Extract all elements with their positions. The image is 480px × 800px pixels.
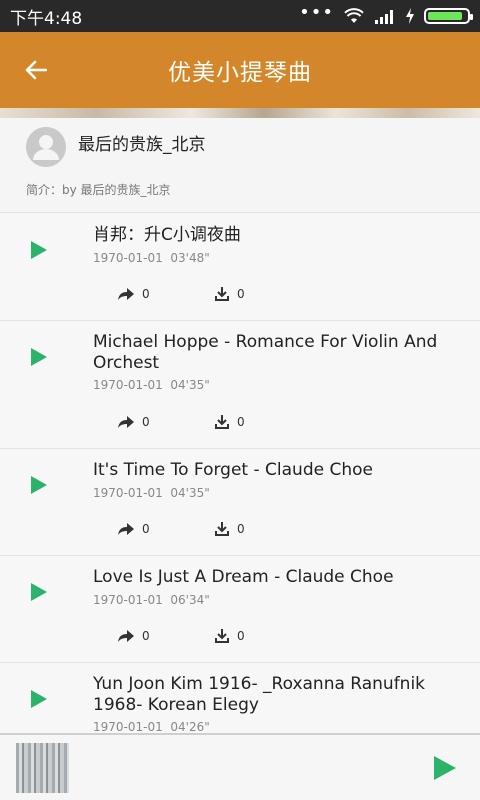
player-bar	[0, 733, 480, 800]
download-count: 0	[237, 522, 245, 536]
download-button[interactable]: 0	[215, 629, 245, 643]
track-item[interactable]: Yun Joon Kim 1916- _Roxanna Ranufnik 196…	[0, 663, 480, 733]
charging-icon	[406, 8, 414, 24]
play-icon	[31, 241, 47, 259]
status-bar: 下午4:48 •••	[0, 0, 480, 32]
share-count: 0	[142, 629, 150, 643]
track-meta: 1970-01-01 03'48"	[93, 251, 210, 265]
track-duration: 03'48"	[170, 251, 210, 265]
track-meta: 1970-01-01 04'35"	[93, 378, 210, 392]
track-date: 1970-01-01	[93, 378, 163, 392]
track-list: 肖邦：升C小调夜曲 1970-01-01 03'48" 0 0 Michael …	[0, 213, 480, 733]
play-button[interactable]	[28, 346, 50, 368]
share-icon	[118, 416, 134, 428]
track-meta: 1970-01-01 04'26"	[93, 720, 210, 733]
track-title: 肖邦：升C小调夜曲	[93, 225, 241, 245]
play-button[interactable]	[28, 688, 50, 710]
share-count: 0	[142, 522, 150, 536]
banner-image	[0, 108, 480, 118]
avatar[interactable]	[26, 127, 66, 167]
track-meta: 1970-01-01 06'34"	[93, 593, 210, 607]
download-count: 0	[237, 287, 245, 301]
status-time: 下午4:48	[10, 8, 83, 29]
track-date: 1970-01-01	[93, 251, 163, 265]
share-button[interactable]: 0	[118, 415, 150, 429]
player-play-button[interactable]	[432, 755, 458, 781]
share-count: 0	[142, 415, 150, 429]
signal-icon	[375, 10, 393, 24]
play-button[interactable]	[28, 474, 50, 496]
download-icon	[215, 522, 229, 536]
arrow-left-icon	[25, 60, 47, 80]
track-duration: 04'35"	[170, 486, 210, 500]
track-title: It's Time To Forget - Claude Choe	[93, 460, 373, 480]
track-title: Michael Hoppe - Romance For Violin And O…	[93, 332, 438, 373]
status-icons: •••	[299, 4, 473, 24]
track-item[interactable]: It's Time To Forget - Claude Choe 1970-0…	[0, 449, 480, 556]
track-date: 1970-01-01	[93, 720, 163, 733]
app-bar: 优美小提琴曲	[0, 32, 480, 108]
share-button[interactable]: 0	[118, 629, 150, 643]
user-icon	[26, 127, 66, 167]
track-title: Love Is Just A Dream - Claude Choe	[93, 567, 394, 587]
play-icon	[31, 476, 47, 494]
track-duration: 04'35"	[170, 378, 210, 392]
download-icon	[215, 287, 229, 301]
album-header: 最后的贵族_北京 简介：by 最后的贵族_北京	[0, 118, 480, 213]
album-intro: 简介：by 最后的贵族_北京	[26, 183, 171, 197]
play-icon	[31, 583, 47, 601]
share-button[interactable]: 0	[118, 287, 150, 301]
track-item[interactable]: Michael Hoppe - Romance For Violin And O…	[0, 321, 480, 449]
share-icon	[118, 523, 134, 535]
download-button[interactable]: 0	[215, 415, 245, 429]
album-name[interactable]: 最后的贵族_北京	[78, 130, 206, 155]
share-icon	[118, 630, 134, 642]
track-date: 1970-01-01	[93, 593, 163, 607]
track-meta: 1970-01-01 04'35"	[93, 486, 210, 500]
track-duration: 06'34"	[170, 593, 210, 607]
track-title: Yun Joon Kim 1916- _Roxanna Ranufnik 196…	[93, 674, 426, 715]
track-item[interactable]: Love Is Just A Dream - Claude Choe 1970-…	[0, 556, 480, 663]
play-button[interactable]	[28, 581, 50, 603]
play-icon	[31, 348, 47, 366]
play-icon	[434, 756, 456, 780]
download-count: 0	[237, 415, 245, 429]
download-icon	[215, 629, 229, 643]
share-icon	[118, 288, 134, 300]
more-dots-icon: •••	[299, 2, 334, 23]
play-icon	[31, 690, 47, 708]
track-date: 1970-01-01	[93, 486, 163, 500]
download-button[interactable]: 0	[215, 522, 245, 536]
download-icon	[215, 415, 229, 429]
wifi-icon	[344, 8, 364, 23]
battery-level	[428, 12, 463, 20]
track-item[interactable]: 肖邦：升C小调夜曲 1970-01-01 03'48" 0 0	[0, 213, 480, 321]
download-count: 0	[237, 629, 245, 643]
download-button[interactable]: 0	[215, 287, 245, 301]
album-cover-thumbnail[interactable]	[16, 743, 69, 793]
page-title: 优美小提琴曲	[168, 60, 312, 86]
battery-icon	[424, 8, 473, 24]
share-button[interactable]: 0	[118, 522, 150, 536]
track-duration: 04'26"	[170, 720, 210, 733]
back-button[interactable]	[20, 56, 52, 84]
play-button[interactable]	[28, 239, 50, 261]
share-count: 0	[142, 287, 150, 301]
